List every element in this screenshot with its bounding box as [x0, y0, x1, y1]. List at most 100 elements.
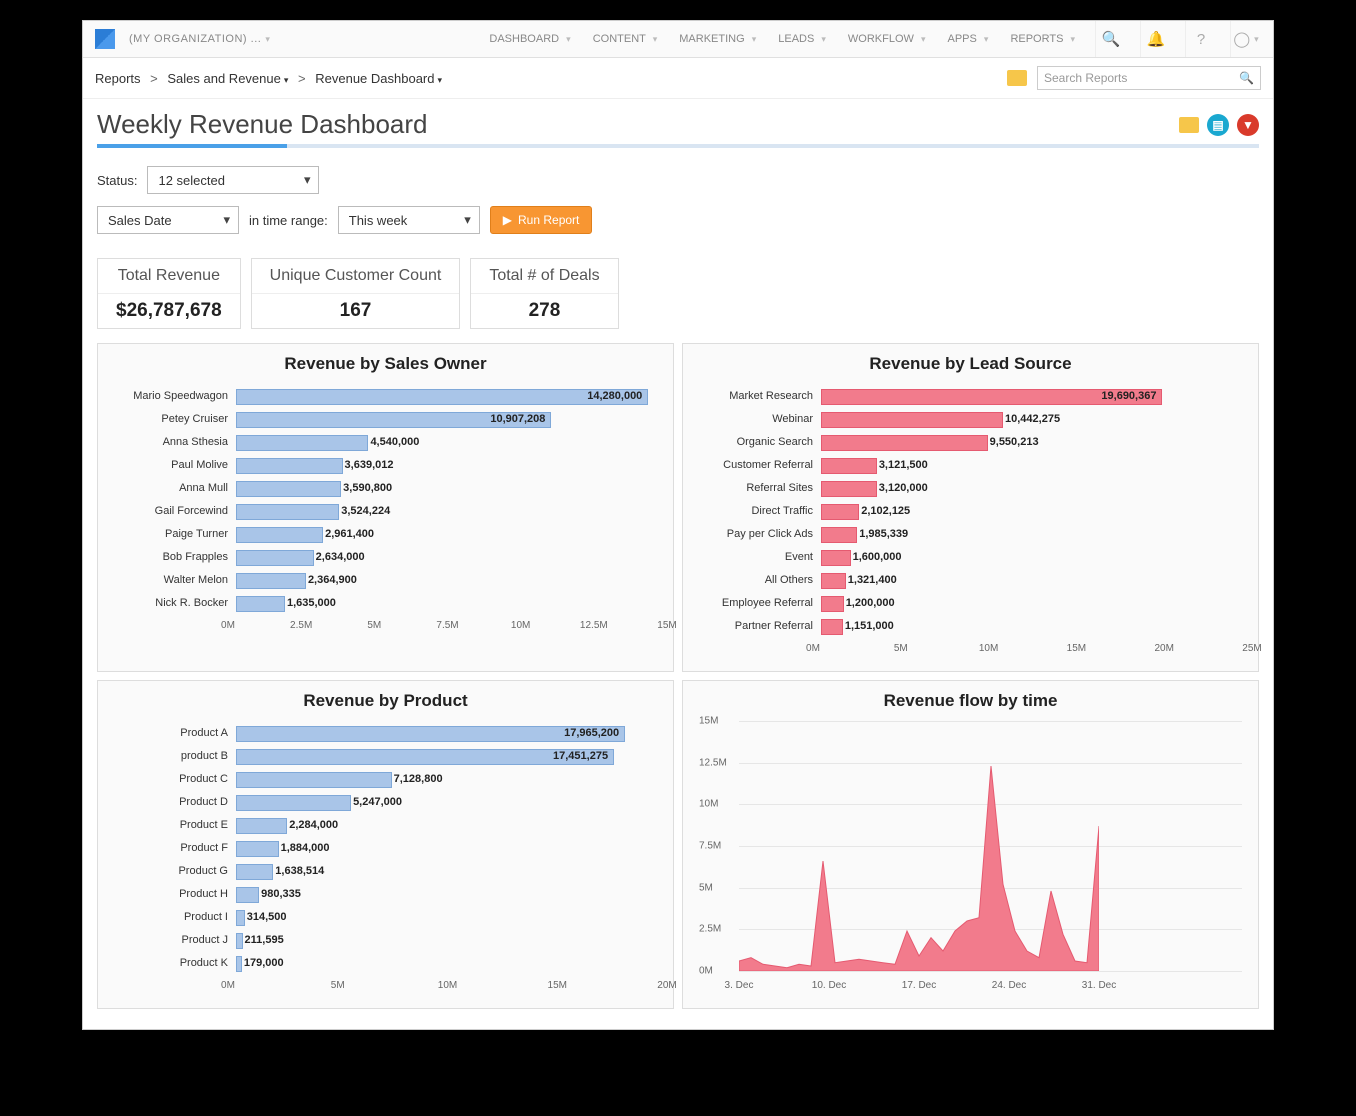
bar[interactable] — [821, 527, 857, 543]
bell-icon[interactable]: 🔔 — [1140, 21, 1171, 57]
bar-row: Product J 211,595 — [104, 928, 667, 951]
bar[interactable] — [236, 435, 368, 451]
bar-value-label: 2,364,900 — [304, 572, 357, 588]
bar-value-label: 3,639,012 — [341, 457, 394, 473]
bar-row: Product K179,000 — [104, 951, 667, 974]
metric-card: Total # of Deals278 — [470, 258, 618, 329]
bar[interactable] — [236, 795, 351, 811]
bar-category: Product K — [104, 957, 236, 969]
bar[interactable] — [821, 481, 877, 497]
breadcrumb-group[interactable]: Sales and Revenue▾ — [167, 71, 288, 86]
bar-category: Product J — [104, 934, 236, 946]
y-tick: 5M — [699, 882, 713, 893]
bar[interactable] — [236, 527, 323, 543]
folder-icon[interactable] — [1007, 70, 1027, 86]
run-report-button[interactable]: ▶ Run Report — [490, 206, 593, 234]
bar[interactable] — [236, 550, 314, 566]
top-navbar: (MY ORGANIZATION) ...▾ DASHBOARD ▾ CONTEN… — [83, 21, 1273, 58]
nav-content[interactable]: CONTENT ▾ — [593, 33, 658, 45]
search-submit-icon[interactable]: 🔍 — [1239, 71, 1254, 85]
bar[interactable] — [821, 412, 1003, 428]
bar[interactable] — [821, 435, 988, 451]
bar-category: Webinar — [689, 413, 821, 425]
bar-value-label: 314,500 — [243, 909, 287, 925]
breadcrumb-current[interactable]: Revenue Dashboard▾ — [315, 71, 442, 86]
bar-value-label: 7,128,800 — [390, 771, 443, 787]
x-tick: 5M — [894, 643, 908, 654]
chart-title: Revenue by Lead Source — [689, 354, 1252, 374]
search-icon[interactable]: 🔍 — [1095, 21, 1126, 57]
bar-category: Referral Sites — [689, 482, 821, 494]
bar-category: Customer Referral — [689, 459, 821, 471]
bar-row: Nick R. Bocker1,635,000 — [104, 591, 667, 614]
nav-workflow[interactable]: WORKFLOW ▾ — [848, 33, 926, 45]
bar-value-label: 2,961,400 — [321, 526, 374, 542]
date-field-select[interactable]: Sales Date — [97, 206, 239, 234]
x-tick: 15M — [548, 980, 567, 991]
metric-label: Total Revenue — [98, 259, 240, 294]
bar[interactable] — [236, 841, 279, 857]
bar[interactable] — [821, 504, 859, 520]
y-tick: 0M — [699, 966, 713, 977]
bar[interactable] — [821, 550, 851, 566]
bar-category: Pay per Click Ads — [689, 528, 821, 540]
nav-dashboard[interactable]: DASHBOARD ▾ — [489, 33, 570, 45]
bar-category: Product E — [104, 819, 236, 831]
bar[interactable] — [236, 504, 339, 520]
metric-value: 278 — [471, 294, 617, 328]
search-input[interactable]: Search Reports 🔍 — [1037, 66, 1261, 90]
bar[interactable] — [236, 864, 273, 880]
bar-value-label: 17,451,275 — [553, 748, 612, 764]
page-title: Weekly Revenue Dashboard — [97, 109, 427, 140]
bar[interactable] — [236, 596, 285, 612]
bar-row: Product F1,884,000 — [104, 836, 667, 859]
bar[interactable] — [236, 458, 343, 474]
bar-value-label: 14,280,000 — [587, 388, 646, 404]
bar-row: Petey Cruiser10,907,208 — [104, 407, 667, 430]
bar-value-label: 211,595 — [241, 932, 284, 948]
bar[interactable] — [236, 818, 287, 834]
export-pdf-icon[interactable]: ▼ — [1237, 114, 1259, 136]
bar-row: Webinar10,442,275 — [689, 407, 1252, 430]
bar-row: Pay per Click Ads1,985,339 — [689, 522, 1252, 545]
bar-row: Anna Mull3,590,800 — [104, 476, 667, 499]
chart-panel-lead_source: Revenue by Lead SourceMarket Research19,… — [682, 343, 1259, 672]
help-icon[interactable]: ? — [1185, 21, 1216, 57]
status-select[interactable]: 12 selected — [147, 166, 319, 194]
x-tick: 15M — [657, 620, 676, 631]
bar[interactable] — [236, 772, 392, 788]
bar[interactable] — [236, 887, 259, 903]
org-selector[interactable]: (MY ORGANIZATION) ...▾ — [129, 33, 270, 45]
range-select[interactable]: This week — [338, 206, 480, 234]
x-tick: 20M — [1154, 643, 1173, 654]
bar[interactable] — [821, 458, 877, 474]
bar-category: Direct Traffic — [689, 505, 821, 517]
bar-value-label: 3,121,500 — [875, 457, 928, 473]
bar-category: Product D — [104, 796, 236, 808]
app-logo — [95, 29, 115, 49]
y-tick: 12.5M — [699, 757, 727, 768]
bar[interactable] — [821, 596, 844, 612]
bar[interactable] — [236, 481, 341, 497]
status-label: Status: — [97, 173, 137, 188]
bar-category: Bob Frapples — [104, 551, 236, 563]
export-xls-icon[interactable]: ▤ — [1207, 114, 1229, 136]
bar[interactable] — [821, 573, 846, 589]
bar-row: Product E2,284,000 — [104, 813, 667, 836]
nav-leads[interactable]: LEADS ▾ — [778, 33, 826, 45]
user-icon[interactable]: ◯▾ — [1230, 21, 1261, 57]
nav-marketing[interactable]: MARKETING ▾ — [679, 33, 756, 45]
bar[interactable] — [821, 619, 843, 635]
bar[interactable] — [236, 573, 306, 589]
nav-reports[interactable]: REPORTS ▾ — [1010, 33, 1075, 45]
x-tick: 10M — [979, 643, 998, 654]
bar-row: Product D5,247,000 — [104, 790, 667, 813]
bar-category: Anna Sthesia — [104, 436, 236, 448]
nav-apps[interactable]: APPS ▾ — [948, 33, 989, 45]
bar-category: All Others — [689, 574, 821, 586]
bar-category: Organic Search — [689, 436, 821, 448]
bar-value-label: 2,102,125 — [857, 503, 910, 519]
breadcrumb-reports[interactable]: Reports — [95, 71, 141, 86]
save-folder-icon[interactable] — [1179, 117, 1199, 133]
bar-row: Direct Traffic 2,102,125 — [689, 499, 1252, 522]
